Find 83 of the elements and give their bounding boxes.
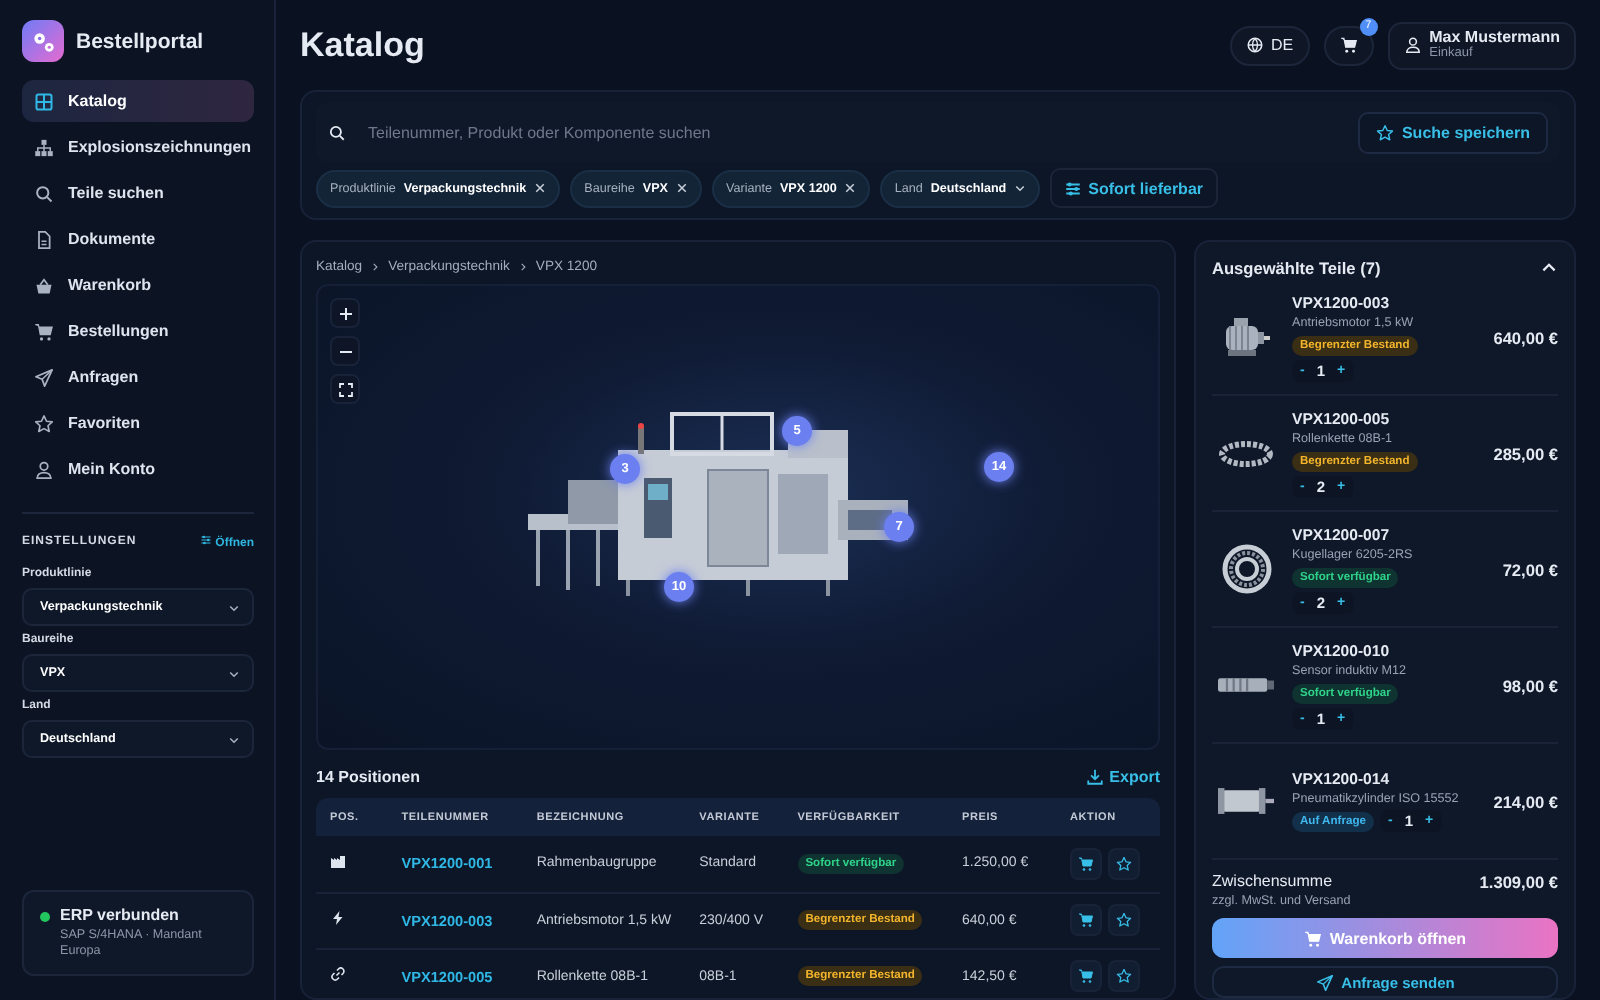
nav-item[interactable]: Mein Konto (22, 448, 254, 490)
subtotal-label: Zwischensumme (1212, 872, 1335, 890)
item-price: 285,00 € (1493, 443, 1558, 464)
chevron-right-icon (517, 261, 528, 271)
chevron-right-icon (370, 261, 381, 271)
language-button[interactable]: DE (1229, 25, 1310, 65)
plus-icon (337, 305, 353, 321)
search-icon (328, 123, 346, 141)
filter-toggle[interactable]: Sofort lieferbar (1050, 168, 1217, 208)
collapse-button[interactable] (1540, 258, 1558, 277)
document-icon (34, 229, 54, 249)
globe-icon (1245, 36, 1264, 54)
star-icon (1375, 123, 1394, 141)
close-icon (534, 182, 547, 194)
chevron-down-icon (228, 733, 240, 745)
basket-icon (34, 275, 54, 295)
cart-icon (34, 321, 54, 341)
nav-item[interactable]: Explosionszeichnungen (22, 126, 254, 168)
nav-item[interactable]: Katalog (22, 80, 254, 122)
user-icon (1403, 36, 1422, 54)
status-title: ERP verbunden (60, 905, 181, 924)
fullscreen-button[interactable] (330, 374, 360, 404)
panel-title: Ausgewählte Teile (7) (1212, 257, 1381, 278)
chain-drawing (1218, 439, 1274, 468)
motor-drawing (1221, 316, 1271, 359)
sensor-drawing (1218, 678, 1274, 693)
cylinder-drawing (1218, 788, 1274, 815)
star-icon (1116, 855, 1132, 872)
positions-count: 14 Positionen (316, 767, 421, 785)
cart-icon (1078, 912, 1094, 928)
close-icon (844, 182, 857, 194)
paper-plane-icon (1315, 973, 1334, 991)
close-icon (675, 182, 688, 194)
download-icon (1085, 767, 1104, 785)
favorite-button[interactable] (1108, 904, 1140, 936)
chevron-down-icon (228, 601, 240, 613)
item-price: 98,00 € (1502, 675, 1558, 696)
cart-icon (1303, 929, 1322, 947)
item-price: 72,00 € (1502, 559, 1558, 580)
nav-item[interactable]: Favoriten (22, 402, 254, 444)
search-icon (34, 183, 54, 203)
chevron-up-icon (1540, 258, 1558, 277)
item-price: 214,00 € (1493, 791, 1558, 812)
hierarchy-icon (34, 137, 54, 157)
favorite-button[interactable] (1108, 847, 1140, 880)
cart-icon (1078, 855, 1094, 872)
user-icon (34, 459, 54, 479)
save-search-button[interactable]: Suche speichern (1357, 111, 1548, 153)
brand-name: Bestellportal (76, 29, 204, 53)
chevron-down-icon (228, 667, 240, 679)
cart-icon (1078, 968, 1094, 984)
chevron-down-icon (1014, 182, 1027, 194)
search-field[interactable]: Teilenummer, Produkt oder Komponente suchen (364, 121, 1340, 143)
add-to-cart-button[interactable] (1070, 904, 1102, 936)
nav-item[interactable]: Anfragen (22, 356, 254, 398)
grid-icon (34, 91, 54, 111)
lightning-icon (330, 910, 346, 926)
add-to-cart-button[interactable] (1070, 960, 1102, 992)
subtotal-value: 1.309,00 € (1479, 872, 1558, 896)
add-to-cart-button[interactable] (1070, 847, 1102, 880)
bearing-drawing (1221, 544, 1271, 595)
factory-icon (330, 853, 346, 870)
star-icon (1116, 912, 1132, 928)
export-link[interactable]: Export (1085, 767, 1160, 785)
star-icon (34, 413, 54, 433)
sliders-icon (1064, 179, 1083, 197)
paper-plane-icon (34, 367, 54, 387)
star-icon (1116, 968, 1132, 984)
page-title: Katalog (300, 25, 427, 65)
favorite-button[interactable] (1108, 960, 1140, 992)
cart-icon (1339, 36, 1358, 54)
item-price: 640,00 € (1493, 327, 1558, 348)
sliders-icon (200, 534, 212, 546)
nav-item[interactable]: Bestellungen (22, 310, 254, 352)
fullscreen-icon (337, 381, 353, 397)
chain-link-icon (330, 966, 346, 982)
zoom-in-button[interactable] (330, 298, 360, 328)
user-name: Max Mustermann (1429, 29, 1560, 46)
nav-item[interactable]: Dokumente (22, 218, 254, 260)
nav-item[interactable]: Teile suchen (22, 172, 254, 214)
nav-item[interactable]: Warenkorb (22, 264, 254, 306)
logo-icon (22, 20, 64, 62)
zoom-out-button[interactable] (330, 336, 360, 366)
